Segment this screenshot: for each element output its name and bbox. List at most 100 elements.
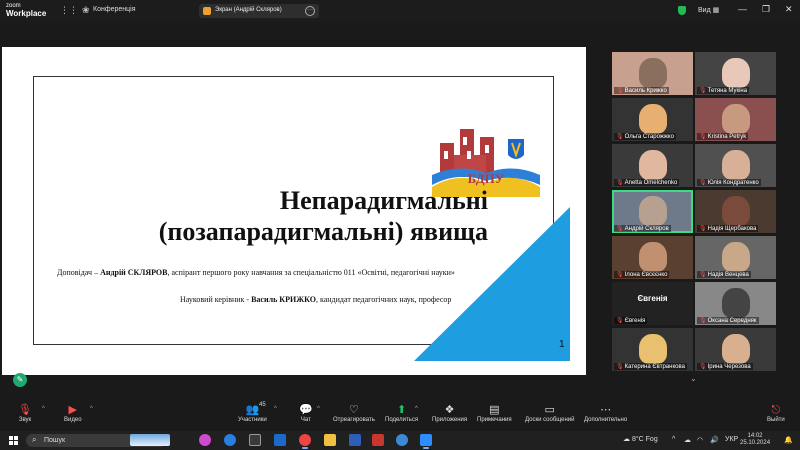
screen-share-indicator[interactable]: Экран (Андрій Скляров) ···	[199, 4, 319, 18]
participant-name: 🎙Надія Венцева	[697, 271, 751, 278]
participant-name-text: Тетяна Мукіна	[707, 88, 748, 94]
powerpoint-icon[interactable]	[372, 434, 384, 446]
notes-label: Примечания	[477, 417, 512, 423]
weather-widget[interactable]: ☁ 8°C Fog	[623, 435, 658, 443]
leave-label: Выйти	[767, 417, 785, 423]
volume-icon[interactable]: 🔊	[710, 436, 719, 444]
participant-name: 🎙Євгенія	[614, 317, 648, 324]
mic-off-icon: 🎙	[616, 226, 624, 232]
participant-video	[638, 334, 667, 364]
conference-label[interactable]: Конференція	[93, 6, 136, 13]
participant-name: 🎙Андрій Скляров	[614, 225, 671, 232]
participant-name-text: Євгенія	[624, 318, 646, 324]
notification-bell-icon[interactable]: 🔔	[784, 436, 793, 444]
video-button[interactable]: ▶ Видео	[64, 404, 82, 423]
word-icon[interactable]	[349, 434, 361, 446]
onedrive-icon[interactable]: ☁	[684, 436, 691, 444]
participant-tile[interactable]: 🎙Василь Крижко	[612, 52, 693, 95]
participant-tile[interactable]: 🎙Андрій Скляров	[612, 190, 693, 233]
grid-icon[interactable]: ⋮⋮	[60, 5, 78, 16]
video-options-caret[interactable]: ^	[90, 406, 93, 412]
chat-icon: 💬	[299, 404, 313, 416]
audio-options-caret[interactable]: ^	[42, 406, 45, 412]
participant-tile[interactable]: 🎙Ольга Старожжко	[612, 98, 693, 141]
more-options-icon[interactable]: ···	[305, 6, 315, 16]
participant-tile[interactable]: 🎙Надія Венцева	[695, 236, 776, 279]
clock[interactable]: 14:02 25.10.2024	[740, 433, 770, 447]
advisor-prefix: Науковий керівник -	[180, 295, 252, 304]
slide-title-line2: (позапарадигмальні) явища	[158, 217, 488, 246]
wifi-icon[interactable]: ◠	[697, 436, 703, 444]
participant-name: 🎙Ірина Черезова	[697, 363, 753, 370]
share-caret[interactable]: ^	[415, 406, 418, 412]
chrome-icon[interactable]	[299, 434, 311, 449]
participant-tile[interactable]: 🎙Юлія Кондратенко	[695, 144, 776, 187]
mute-button[interactable]: 🎙 Звук	[18, 404, 32, 423]
maximize-icon[interactable]: ❐	[762, 4, 770, 15]
participant-tile[interactable]: 🎙Надія Щербакова	[695, 190, 776, 233]
shield-icon[interactable]	[678, 6, 686, 15]
mountain-widget-icon[interactable]	[130, 434, 170, 446]
mic-off-icon: 🎙	[699, 180, 707, 186]
edge-icon[interactable]	[224, 434, 236, 446]
notes-button[interactable]: ▤ Примечания	[477, 404, 512, 423]
close-icon[interactable]: ✕	[785, 4, 793, 15]
participant-tile[interactable]: 🎙Kristina Petryk	[695, 98, 776, 141]
heart-icon: ♡	[348, 404, 359, 416]
participant-tile[interactable]: 🎙Оксана Середняк	[695, 282, 776, 325]
browser-icon[interactable]	[396, 434, 408, 446]
leave-button[interactable]: ⎋ Выйти	[767, 404, 785, 423]
participant-tile[interactable]: Євгенія 🎙Євгенія	[612, 282, 693, 325]
mic-off-icon: 🎙	[699, 226, 707, 232]
minimize-icon[interactable]: —	[738, 4, 747, 14]
participant-tile[interactable]: 🎙Тетяна Мукіна	[695, 52, 776, 95]
share-screen-icon	[203, 7, 211, 15]
windows-start-icon[interactable]	[9, 436, 18, 445]
language-indicator[interactable]: УКР	[725, 436, 738, 443]
participant-name: 🎙Катерина Євтранкова	[614, 363, 687, 370]
copilot-icon[interactable]	[199, 434, 211, 446]
participant-video	[721, 104, 750, 134]
react-button[interactable]: ♡ Отреагировать	[333, 404, 375, 423]
more-label: Дополнительно	[584, 417, 628, 423]
apps-button[interactable]: ❖ Приложения	[432, 404, 467, 423]
weather-text: 8°C Fog	[631, 436, 658, 443]
participant-name-text: Катерина Євтранкова	[624, 364, 685, 370]
participant-name: 🎙Василь Крижко	[614, 87, 669, 94]
store-icon[interactable]	[249, 434, 261, 446]
whiteboard-button[interactable]: ▭ Доски сообщений	[525, 404, 575, 423]
leave-icon: ⎋	[771, 404, 781, 416]
participant-tile[interactable]: 🎙Ілона Євсєєнко	[612, 236, 693, 279]
mic-off-icon: 🎙	[616, 272, 624, 278]
participant-video	[721, 196, 750, 226]
mic-off-icon: 🎙	[699, 272, 707, 278]
search-icon: ⌕	[32, 435, 37, 444]
participant-tile[interactable]: 🎙Anetta Omelchenko	[612, 144, 693, 187]
file-explorer-icon[interactable]	[324, 434, 336, 446]
participant-name: 🎙Надія Щербакова	[697, 225, 759, 232]
advisor-name: Василь КРИЖКО	[251, 295, 316, 304]
participant-name: 🎙Kristina Petryk	[697, 133, 749, 140]
view-grid-icon: ▦	[712, 7, 720, 14]
participant-video	[721, 242, 750, 272]
logo-text: БДПУ	[468, 171, 505, 186]
chat-label: Чат	[300, 417, 311, 423]
participant-name: 🎙Тетяна Мукіна	[697, 87, 750, 94]
speaker-line: Доповідач – Андрій СКЛЯРОВ, аспірант пер…	[57, 268, 455, 277]
participant-name-text: Андрій Скляров	[624, 226, 669, 232]
outlook-icon[interactable]	[274, 434, 286, 446]
chat-caret[interactable]: ^	[317, 406, 320, 412]
annotate-icon[interactable]: ✎	[13, 373, 27, 387]
tray-chevron-icon[interactable]: ^	[672, 436, 675, 443]
participant-tile[interactable]: 🎙Ірина Черезова	[695, 328, 776, 371]
share-button[interactable]: ⬆ Поделиться	[385, 404, 418, 423]
chat-button[interactable]: 💬 Чат	[299, 404, 313, 423]
participant-tile[interactable]: 🎙Катерина Євтранкова	[612, 328, 693, 371]
participants-caret[interactable]: ^	[274, 406, 277, 412]
paw-icon: ❀	[82, 5, 90, 15]
view-menu[interactable]: Вид ▦	[698, 6, 719, 14]
more-button[interactable]: ⋯ Дополнительно	[584, 404, 627, 423]
participant-name-text: Василь Крижко	[624, 88, 667, 94]
zoom-taskbar-icon[interactable]	[420, 434, 432, 449]
chevron-down-icon[interactable]: ⌄	[690, 374, 697, 383]
